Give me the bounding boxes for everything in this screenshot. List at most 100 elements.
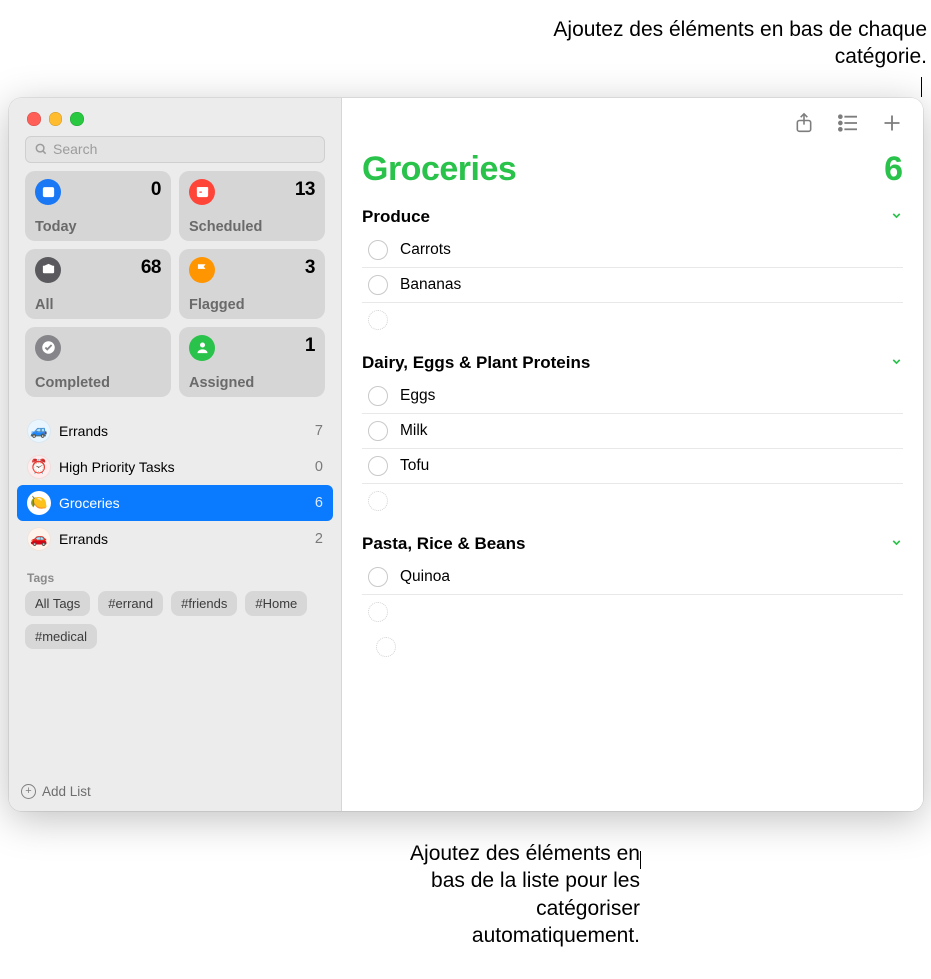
reminder-row[interactable]: Tofu [362,449,903,484]
new-reminder-row[interactable] [342,629,923,665]
section: Pasta, Rice & Beans Quinoa [342,530,923,629]
smart-label: Today [35,219,161,235]
list-name: High Priority Tasks [59,459,175,475]
reminder-title: Bananas [400,276,461,294]
callout-line [921,77,922,97]
smart-label: Scheduled [189,219,315,235]
tag-pill[interactable]: #medical [25,624,97,649]
add-list-button[interactable]: + Add List [9,776,341,811]
smart-label: Flagged [189,297,315,313]
checkbox-icon[interactable] [368,240,388,260]
list-count: 6 [315,495,323,511]
reminder-row[interactable]: Quinoa [362,560,903,595]
search-input[interactable]: Search [25,136,325,163]
window-controls [9,98,341,126]
list-count: 6 [884,150,903,189]
list-header: Groceries 6 [342,134,923,203]
section-header[interactable]: Produce [362,203,903,233]
add-list-label: Add List [42,784,91,799]
add-button[interactable] [881,112,903,134]
checkbox-icon[interactable] [368,567,388,587]
reminder-row[interactable]: Carrots [362,233,903,268]
list-emoji-icon: ⏰ [27,455,51,479]
checkbox-icon[interactable] [368,421,388,441]
callout-line [640,851,641,869]
list-emoji-icon: 🚙 [27,419,51,443]
close-button[interactable] [27,112,41,126]
smart-list-scheduled[interactable]: 13Scheduled [179,171,325,241]
callout-top: Ajoutez des éléments en bas de chaque ca… [547,16,927,71]
smart-count: 68 [141,257,161,279]
user-lists: 🚙Errands7⏰High Priority Tasks0🍋Groceries… [9,409,341,561]
section: Dairy, Eggs & Plant Proteins Eggs Milk Tofu [342,349,923,518]
svg-text:5: 5 [46,190,50,197]
smart-list-assigned[interactable]: 1Assigned [179,327,325,397]
new-reminder-row[interactable] [362,484,903,518]
flagged-icon [189,257,215,283]
section-title: Produce [362,207,430,227]
smart-count: 0 [151,179,161,201]
new-reminder-row[interactable] [362,303,903,337]
reminder-title: Carrots [400,241,451,259]
zoom-button[interactable] [70,112,84,126]
list-button[interactable] [837,112,859,134]
tags-section: Tags All Tags #errand #friends #Home #medica… [9,561,341,655]
share-icon [794,112,814,134]
app-window: Search 5 0 Today 13Scheduled68All 3 Flagged Co… [9,98,923,811]
chevron-down-icon[interactable] [890,536,903,552]
section-title: Pasta, Rice & Beans [362,534,525,554]
sidebar: Search 5 0 Today 13Scheduled68All 3 Flagged Co… [9,98,342,811]
list-title: Groceries [362,150,516,189]
section-header[interactable]: Dairy, Eggs & Plant Proteins [362,349,903,379]
smart-list-completed[interactable]: Completed [25,327,171,397]
chevron-down-icon[interactable] [890,209,903,225]
assigned-icon [189,335,215,361]
search-icon [34,142,48,156]
reminder-row[interactable]: Eggs [362,379,903,414]
tag-pill[interactable]: All Tags [25,591,90,616]
smart-label: Completed [35,375,161,391]
section-header[interactable]: Pasta, Rice & Beans [362,530,903,560]
smart-list-today[interactable]: 5 0 Today [25,171,171,241]
section: Produce Carrots Bananas [342,203,923,337]
tag-pill[interactable]: #friends [171,591,237,616]
checkbox-icon [368,491,388,511]
list-name: Errands [59,531,108,547]
checkbox-icon [368,310,388,330]
section-title: Dairy, Eggs & Plant Proteins [362,353,590,373]
tag-pill[interactable]: #errand [98,591,163,616]
tag-pill[interactable]: #Home [245,591,307,616]
callout-bottom: Ajoutez des éléments en bas de la liste … [380,840,640,949]
chevron-down-icon[interactable] [890,355,903,371]
checkbox-icon[interactable] [368,456,388,476]
list-icon [837,114,859,132]
scheduled-icon [189,179,215,205]
all-icon [35,257,61,283]
checkbox-icon [368,602,388,622]
checkbox-icon[interactable] [368,386,388,406]
list-emoji-icon: 🍋 [27,491,51,515]
today-icon: 5 [35,179,61,205]
checkbox-icon[interactable] [368,275,388,295]
list-row[interactable]: 🚙Errands7 [17,413,333,449]
toolbar [342,98,923,134]
reminder-row[interactable]: Milk [362,414,903,449]
share-button[interactable] [793,112,815,134]
new-reminder-row[interactable] [362,595,903,629]
smart-list-all[interactable]: 68All [25,249,171,319]
list-row[interactable]: 🚗Errands2 [17,521,333,557]
list-count: 7 [315,423,323,439]
plus-icon: + [21,784,36,799]
completed-icon [35,335,61,361]
list-emoji-icon: 🚗 [27,527,51,551]
minimize-button[interactable] [49,112,63,126]
smart-count: 3 [305,257,315,279]
plus-icon [882,113,902,133]
smart-label: Assigned [189,375,315,391]
smart-list-flagged[interactable]: 3 Flagged [179,249,325,319]
list-row[interactable]: 🍋Groceries6 [17,485,333,521]
reminder-title: Milk [400,422,428,440]
tags-heading: Tags [25,567,325,591]
reminder-row[interactable]: Bananas [362,268,903,303]
list-row[interactable]: ⏰High Priority Tasks0 [17,449,333,485]
